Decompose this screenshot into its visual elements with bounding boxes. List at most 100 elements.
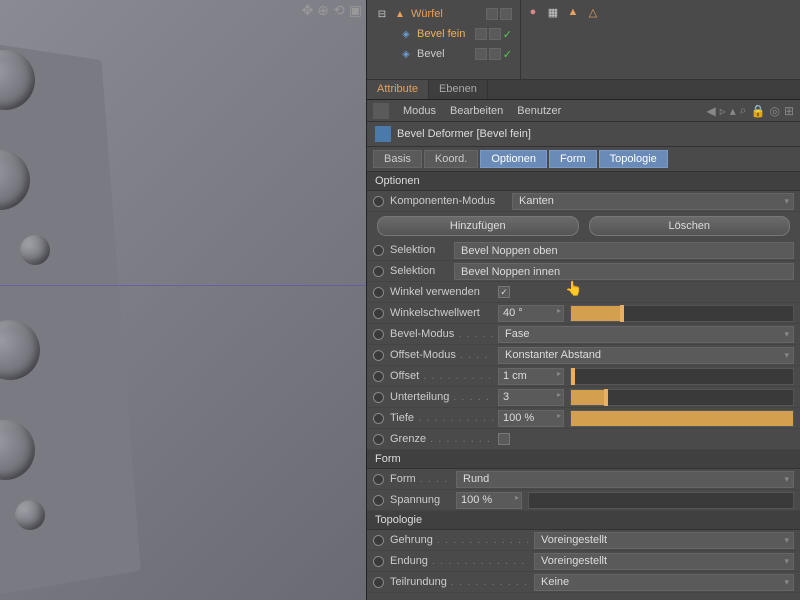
teilrundung-dropdown[interactable]: Keine [534,574,794,591]
delete-selection-button[interactable]: Löschen [589,216,791,236]
anim-radio[interactable] [373,434,384,445]
add-icon[interactable]: ⊞ [784,104,794,118]
prop-label: Selektion [390,244,450,256]
menu-benutzer[interactable]: Benutzer [517,105,561,117]
unterteilung-slider[interactable] [570,389,794,406]
move-icon[interactable]: ✥ [302,2,314,19]
row-form: Form . . . . Rund [367,469,800,490]
warning-outline-icon[interactable]: △ [585,4,601,20]
viewport-controls: ✥ ⊕ ⟲ ▣ [302,2,362,19]
checker-icon[interactable]: ▦ [545,4,561,20]
prop-label: Offset-Modus . . . . [390,349,494,361]
nav-up-icon[interactable]: ▴ [730,104,736,118]
anim-radio[interactable] [373,577,384,588]
check-icon[interactable]: ✓ [503,28,512,41]
object-hierarchy: ⊟ ▲ Würfel ◈ Bevel fein ✓ ◈ Bevel [367,0,800,80]
anim-radio[interactable] [373,266,384,277]
offset-slider[interactable] [570,368,794,385]
prop-label: Winkelschwellwert [390,307,494,319]
add-selection-button[interactable]: Hinzufügen [377,216,579,236]
winkelschwellwert-field[interactable]: 40 ° [498,305,564,322]
tree-label: Bevel [417,48,445,60]
unterteilung-field[interactable]: 3 [498,389,564,406]
anim-radio[interactable] [373,392,384,403]
subtab-optionen[interactable]: Optionen [480,150,547,168]
offset-field[interactable]: 1 cm [498,368,564,385]
bevel-modus-dropdown[interactable]: Fase [498,326,794,343]
nav-icons: ◀ ▹ ▴ ⌕ 🔒 ◎ ⊞ [706,103,794,118]
object-header: Bevel Deformer [Bevel fein] [367,122,800,147]
row-offset-modus: Offset-Modus . . . . Konstanter Abstand [367,345,800,366]
prop-label: Grenze . . . . . . . . . [390,433,494,445]
anim-radio[interactable] [373,350,384,361]
anim-radio[interactable] [373,196,384,207]
offset-modus-dropdown[interactable]: Konstanter Abstand [498,347,794,364]
warning-icon[interactable]: ▲ [565,4,581,20]
visibility-toggles[interactable]: ✓ [475,28,512,41]
anim-radio[interactable] [373,308,384,319]
viewport-3d[interactable]: ✥ ⊕ ⟲ ▣ [0,0,367,600]
maximize-icon[interactable]: ▣ [349,2,362,19]
tree-label: Würfel [411,8,443,20]
form-dropdown[interactable]: Rund [456,471,794,488]
row-endung: Endung . . . . . . . . . . . . . . Vorei… [367,551,800,572]
tree-row-bevel-fein[interactable]: ◈ Bevel fein ✓ [371,24,516,44]
menu-bearbeiten[interactable]: Bearbeiten [450,105,503,117]
subtab-topologie[interactable]: Topologie [599,150,668,168]
tab-attribute[interactable]: Attribute [367,80,429,99]
selection-buttons: Hinzufügen Löschen [367,212,800,240]
tiefe-field[interactable]: 100 % [498,410,564,427]
prop-label: Winkel verwenden [390,286,494,298]
winkel-checkbox[interactable] [498,286,510,298]
mode-icon[interactable] [373,103,389,119]
lock-icon[interactable]: 🔒 [751,104,766,118]
menu-modus[interactable]: Modus [403,105,436,117]
search-icon[interactable]: ⌕ [740,103,747,118]
anim-radio[interactable] [373,495,384,506]
tiefe-slider[interactable] [570,410,794,427]
komponenten-dropdown[interactable]: Kanten [512,193,794,210]
subtab-koord[interactable]: Koord. [424,150,478,168]
spannung-slider[interactable] [528,492,794,509]
tree-row-root[interactable]: ⊟ ▲ Würfel [371,4,516,24]
object-name: Bevel Deformer [Bevel fein] [397,128,531,140]
section-topologie: Topologie [367,511,800,530]
grenze-checkbox[interactable] [498,433,510,445]
anim-radio[interactable] [373,329,384,340]
selektion-field-2[interactable]: Bevel Noppen innen [454,263,794,280]
visibility-toggles[interactable]: ✓ [475,48,512,61]
subtab-form[interactable]: Form [549,150,597,168]
sphere-icon[interactable]: ● [525,4,541,20]
prop-label: Unterteilung . . . . . [390,391,494,403]
prop-label: Endung . . . . . . . . . . . . . . [390,555,530,567]
expand-icon[interactable]: ⊟ [375,7,389,21]
rotate-icon[interactable]: ⟲ [333,2,345,19]
nav-next-icon[interactable]: ▹ [720,104,726,118]
anim-radio[interactable] [373,371,384,382]
row-bevel-modus: Bevel-Modus . . . . . Fase [367,324,800,345]
tab-ebenen[interactable]: Ebenen [429,80,488,99]
gehrung-dropdown[interactable]: Voreingestellt [534,532,794,549]
anim-radio[interactable] [373,535,384,546]
anim-radio[interactable] [373,413,384,424]
check-icon[interactable]: ✓ [503,48,512,61]
zoom-icon[interactable]: ⊕ [317,2,329,19]
section-form: Form [367,450,800,469]
target-icon[interactable]: ◎ [769,104,779,118]
spannung-field[interactable]: 100 % [456,492,522,509]
row-tiefe: Tiefe . . . . . . . . . . . 100 % [367,408,800,429]
selektion-field-1[interactable]: Bevel Noppen oben [454,242,794,259]
row-selektion-1: Selektion Bevel Noppen oben [367,240,800,261]
anim-radio[interactable] [373,245,384,256]
winkelschwellwert-slider[interactable] [570,305,794,322]
visibility-toggles[interactable] [486,8,512,20]
row-komponenten-modus: Komponenten-Modus Kanten [367,191,800,212]
endung-dropdown[interactable]: Voreingestellt [534,553,794,570]
tree-row-bevel[interactable]: ◈ Bevel ✓ [371,44,516,64]
anim-radio[interactable] [373,474,384,485]
nav-prev-icon[interactable]: ◀ [706,104,715,118]
subtab-basis[interactable]: Basis [373,150,422,168]
anim-radio[interactable] [373,287,384,298]
hierarchy-tree[interactable]: ⊟ ▲ Würfel ◈ Bevel fein ✓ ◈ Bevel [367,0,520,79]
anim-radio[interactable] [373,556,384,567]
